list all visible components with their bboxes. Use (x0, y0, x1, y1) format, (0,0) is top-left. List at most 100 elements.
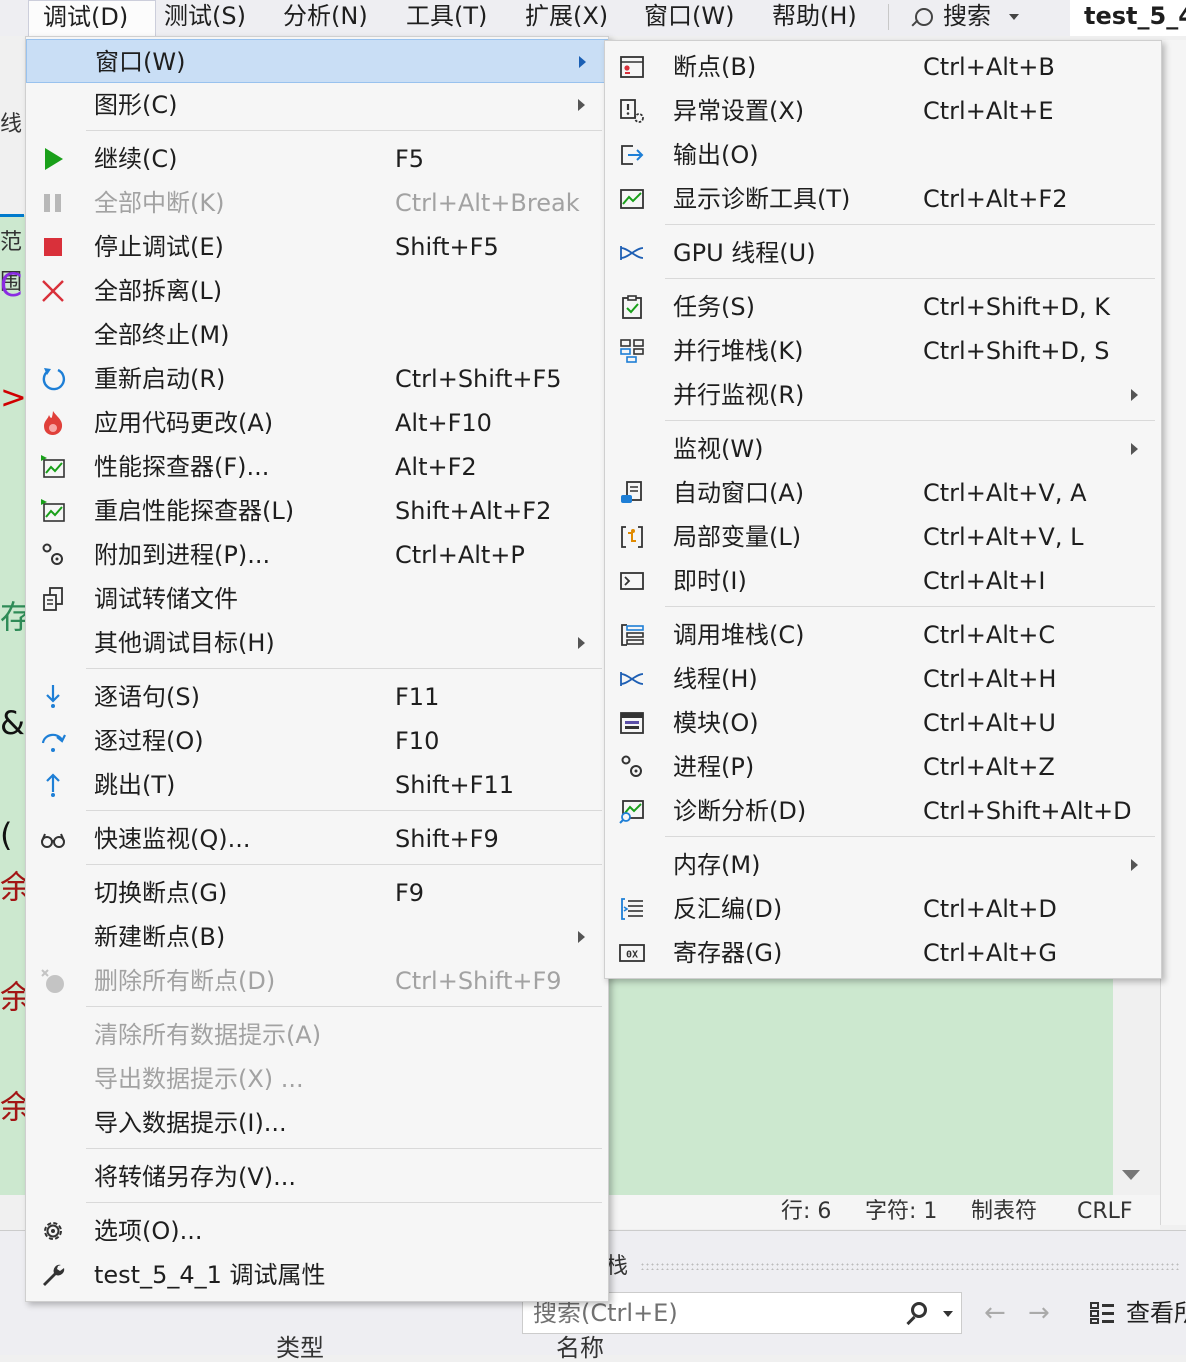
submenu-item-locals[interactable]: 局部变量(L) Ctrl+Alt+V, L (605, 515, 1161, 559)
submenu-item-call-stack[interactable]: 调用堆栈(C) Ctrl+Alt+C (605, 613, 1161, 657)
submenu-arrow-icon (1131, 859, 1138, 871)
menu-item-label: 快速监视(Q)... (94, 825, 251, 853)
submenu-item-diagnostic-tools[interactable]: 显示诊断工具(T) Ctrl+Alt+F2 (605, 177, 1161, 221)
menu-item-quickwatch[interactable]: 快速监视(Q)... Shift+F9 (26, 817, 608, 861)
submenu-item-parallel-watch[interactable]: 并行监视(R) (605, 373, 1161, 417)
submenu-item-output[interactable]: 输出(O) (605, 133, 1161, 177)
menu-item-shortcut: F11 (395, 683, 440, 711)
submenu-item-parallel-stacks[interactable]: 并行堆栈(K) Ctrl+Shift+D, S (605, 329, 1161, 373)
menu-separator (665, 224, 1155, 225)
view-all-label[interactable]: 查看所 (1126, 1292, 1186, 1334)
menu-item-clear-datatips[interactable]: 清除所有数据提示(A) (26, 1013, 608, 1057)
view-icon[interactable] (1090, 1302, 1116, 1324)
locals-icon (621, 526, 643, 548)
menu-item-toggle-breakpoint[interactable]: 切换断点(G) F9 (26, 871, 608, 915)
quickwatch-glasses-icon (41, 833, 65, 848)
step-into-icon (46, 685, 60, 708)
code-fragment: ( (0, 816, 13, 854)
status-char[interactable]: 字符: 1 (865, 1195, 937, 1229)
submenu-item-threads[interactable]: 线程(H) Ctrl+Alt+H (605, 657, 1161, 701)
menu-item-debug-properties[interactable]: test_5_4_1 调试属性 (26, 1253, 608, 1297)
editor-scrollbar[interactable] (1113, 975, 1147, 1195)
submenu-item-exception-settings[interactable]: 异常设置(X) Ctrl+Alt+E (605, 89, 1161, 133)
menu-item-step-out[interactable]: 跳出(T) Shift+F11 (26, 763, 608, 807)
code-editor-area[interactable] (603, 975, 1113, 1195)
menu-item-options[interactable]: 选项(O)... (26, 1209, 608, 1253)
pause-icon (44, 194, 61, 212)
status-tab[interactable]: 制表符 (971, 1195, 1037, 1229)
hot-reload-flame-icon (44, 411, 63, 435)
submenu-item-immediate[interactable]: 即时(I) Ctrl+Alt+I (605, 559, 1161, 603)
menu-item-continue[interactable]: 继续(C) F5 (26, 137, 608, 181)
submenu-item-registers[interactable]: 0X 寄存器(G) Ctrl+Alt+G (605, 931, 1161, 975)
menu-item-window[interactable]: 窗口(W) (26, 39, 608, 83)
forward-arrow-icon[interactable]: → (1028, 1298, 1050, 1328)
exception-settings-icon (620, 99, 644, 123)
status-eol[interactable]: CRLF (1077, 1195, 1133, 1229)
menu-item-attach-to-process[interactable]: 附加到进程(P)... Ctrl+Alt+P (26, 533, 608, 577)
back-arrow-icon[interactable]: ← (984, 1298, 1006, 1328)
menu-item-shortcut: Ctrl+Alt+C (923, 621, 1056, 649)
submenu-item-watch[interactable]: 监视(W) (605, 427, 1161, 471)
chevron-down-icon[interactable] (943, 1311, 953, 1317)
submenu-item-tasks[interactable]: 任务(S) Ctrl+Shift+D, K (605, 285, 1161, 329)
search-icon[interactable] (911, 1302, 927, 1318)
submenu-arrow-icon (1131, 389, 1138, 401)
menu-item-shortcut: Ctrl+Alt+D (923, 895, 1057, 923)
menu-tools[interactable]: 工具(T) (406, 0, 487, 34)
menu-test[interactable]: 测试(S) (164, 0, 246, 34)
menu-item-performance-profiler[interactable]: 性能探查器(F)... Alt+F2 (26, 445, 608, 489)
menu-item-label: 图形(C) (94, 91, 178, 119)
menu-analyze[interactable]: 分析(N) (283, 0, 368, 34)
menu-item-import-datatips[interactable]: 导入数据提示(I)... (26, 1101, 608, 1145)
menu-item-label: 模块(O) (673, 709, 759, 737)
menu-item-label: 监视(W) (673, 435, 764, 463)
submenu-item-memory[interactable]: 内存(M) (605, 843, 1161, 887)
menu-item-terminate-all[interactable]: 全部终止(M) (26, 313, 608, 357)
menu-item-detach-all[interactable]: 全部拆离(L) (26, 269, 608, 313)
submenu-item-gpu-threads[interactable]: GPU 线程(U) (605, 231, 1161, 275)
search-menu[interactable]: 搜索 (915, 0, 1019, 34)
menu-item-export-datatips[interactable]: 导出数据提示(X) ... (26, 1057, 608, 1101)
menu-item-step-over[interactable]: 逐过程(O) F10 (26, 719, 608, 763)
submenu-item-disassembly[interactable]: 反汇编(D) Ctrl+Alt+D (605, 887, 1161, 931)
menu-item-save-dump-as[interactable]: 将转储另存为(V)... (26, 1155, 608, 1199)
menu-item-break-all[interactable]: 全部中断(K) Ctrl+Alt+Break (26, 181, 608, 225)
menu-window[interactable]: 窗口(W) (644, 0, 734, 34)
menu-item-restart-profiler[interactable]: 重启性能探查器(L) Shift+Alt+F2 (26, 489, 608, 533)
menu-item-label: 并行堆栈(K) (673, 337, 804, 365)
menu-item-new-breakpoint[interactable]: 新建断点(B) (26, 915, 608, 959)
options-gear-icon (44, 1222, 62, 1240)
menu-item-label: 诊断分析(D) (673, 797, 807, 825)
menu-item-delete-all-breakpoints[interactable]: 删除所有断点(D) Ctrl+Shift+F9 (26, 959, 608, 1003)
wrench-icon (43, 1264, 65, 1286)
submenu-item-diagnostic-analysis[interactable]: 诊断分析(D) Ctrl+Shift+Alt+D (605, 789, 1161, 833)
restart-icon (42, 368, 66, 391)
menu-item-stop-debugging[interactable]: 停止调试(E) Shift+F5 (26, 225, 608, 269)
menu-item-restart[interactable]: 重新启动(R) Ctrl+Shift+F5 (26, 357, 608, 401)
scroll-down-arrow-icon[interactable] (1122, 1170, 1140, 1180)
menu-item-other-debug-targets[interactable]: 其他调试目标(H) (26, 621, 608, 665)
code-fragment: 线 (0, 112, 23, 137)
submenu-item-processes[interactable]: 进程(P) Ctrl+Alt+Z (605, 745, 1161, 789)
dump-file-icon (43, 587, 63, 611)
svg-text:0X: 0X (626, 950, 638, 961)
status-line[interactable]: 行: 6 (781, 1195, 831, 1229)
menu-item-shortcut: F10 (395, 727, 440, 755)
diagnostic-tools-icon (620, 189, 644, 209)
menu-help[interactable]: 帮助(H) (772, 0, 857, 34)
menu-item-graphics[interactable]: 图形(C) (26, 83, 608, 127)
menu-item-shortcut: Ctrl+Alt+V, A (923, 479, 1087, 507)
menu-debug[interactable]: 调试(D) (28, 0, 156, 36)
menu-item-step-into[interactable]: 逐语句(S) F11 (26, 675, 608, 719)
disassembly-icon (621, 898, 643, 920)
menu-item-label: 删除所有断点(D) (94, 967, 276, 995)
menu-item-label: 全部拆离(L) (94, 277, 223, 305)
menu-item-apply-code-changes[interactable]: 应用代码更改(A) Alt+F10 (26, 401, 608, 445)
submenu-item-breakpoints[interactable]: 断点(B) Ctrl+Alt+B (605, 45, 1161, 89)
submenu-item-autos[interactable]: 自动窗口(A) Ctrl+Alt+V, A (605, 471, 1161, 515)
submenu-item-modules[interactable]: 模块(O) Ctrl+Alt+U (605, 701, 1161, 745)
menu-item-debug-dump-file[interactable]: 调试转储文件 (26, 577, 608, 621)
menu-extensions[interactable]: 扩展(X) (525, 0, 608, 34)
menu-item-label: 调用堆栈(C) (673, 621, 805, 649)
